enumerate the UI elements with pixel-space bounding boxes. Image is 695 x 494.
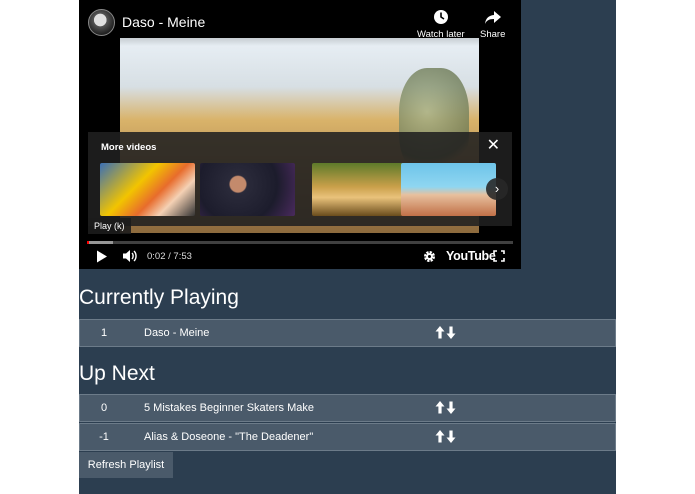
video-thumbnail[interactable]	[100, 163, 195, 216]
playlist-panel: Daso - Meine Watch later Share More vide…	[79, 0, 616, 494]
refresh-playlist-button[interactable]: Refresh Playlist	[79, 452, 173, 478]
row-number: -1	[99, 431, 109, 443]
volume-icon[interactable]	[122, 249, 138, 263]
row-number: 1	[100, 327, 108, 339]
more-videos-overlay: More videos ✕ ›	[88, 132, 512, 226]
play-icon[interactable]	[96, 250, 108, 263]
channel-avatar[interactable]	[88, 9, 115, 36]
video-thumbnail[interactable]	[401, 163, 496, 216]
video-title[interactable]: Daso - Meine	[122, 14, 205, 30]
table-row: 1 Daso - Meine	[79, 319, 616, 347]
reorder-arrows-icon[interactable]	[435, 429, 457, 444]
row-title: Alias & Doseone - "The Deadener"	[144, 431, 314, 443]
reorder-arrows-icon[interactable]	[435, 325, 457, 340]
video-thumbnail[interactable]	[312, 163, 407, 216]
share-button[interactable]: Share	[480, 8, 505, 40]
progress-played	[87, 241, 89, 244]
progress-loaded	[87, 241, 113, 244]
table-row: -1 Alias & Doseone - "The Deadener"	[79, 423, 616, 451]
share-label: Share	[480, 29, 506, 40]
time-display: 0:02 / 7:53	[147, 251, 192, 262]
reorder-arrows-icon[interactable]	[435, 400, 457, 415]
up-next-heading: Up Next	[79, 362, 155, 385]
play-tooltip: Play (k)	[88, 218, 131, 234]
youtube-logo[interactable]: YouTube	[446, 249, 496, 263]
progress-bar[interactable]	[87, 241, 513, 244]
close-icon[interactable]: ✕	[487, 138, 500, 154]
row-title: Daso - Meine	[144, 327, 210, 339]
chevron-right-icon[interactable]: ›	[486, 178, 508, 200]
video-thumbnail[interactable]	[200, 163, 295, 216]
watch-later-button[interactable]: Watch later	[417, 8, 465, 40]
currently-playing-heading: Currently Playing	[79, 286, 239, 309]
video-player[interactable]: Daso - Meine Watch later Share More vide…	[79, 0, 521, 269]
watch-later-label: Watch later	[417, 29, 465, 40]
gear-icon[interactable]	[423, 250, 436, 263]
row-title: 5 Mistakes Beginner Skaters Make	[144, 402, 314, 414]
clock-icon	[433, 10, 448, 24]
table-row: 0 5 Mistakes Beginner Skaters Make	[79, 394, 616, 422]
fullscreen-icon[interactable]	[493, 250, 505, 262]
share-icon	[484, 11, 501, 24]
row-number: 0	[100, 402, 108, 414]
more-videos-title: More videos	[101, 142, 157, 153]
